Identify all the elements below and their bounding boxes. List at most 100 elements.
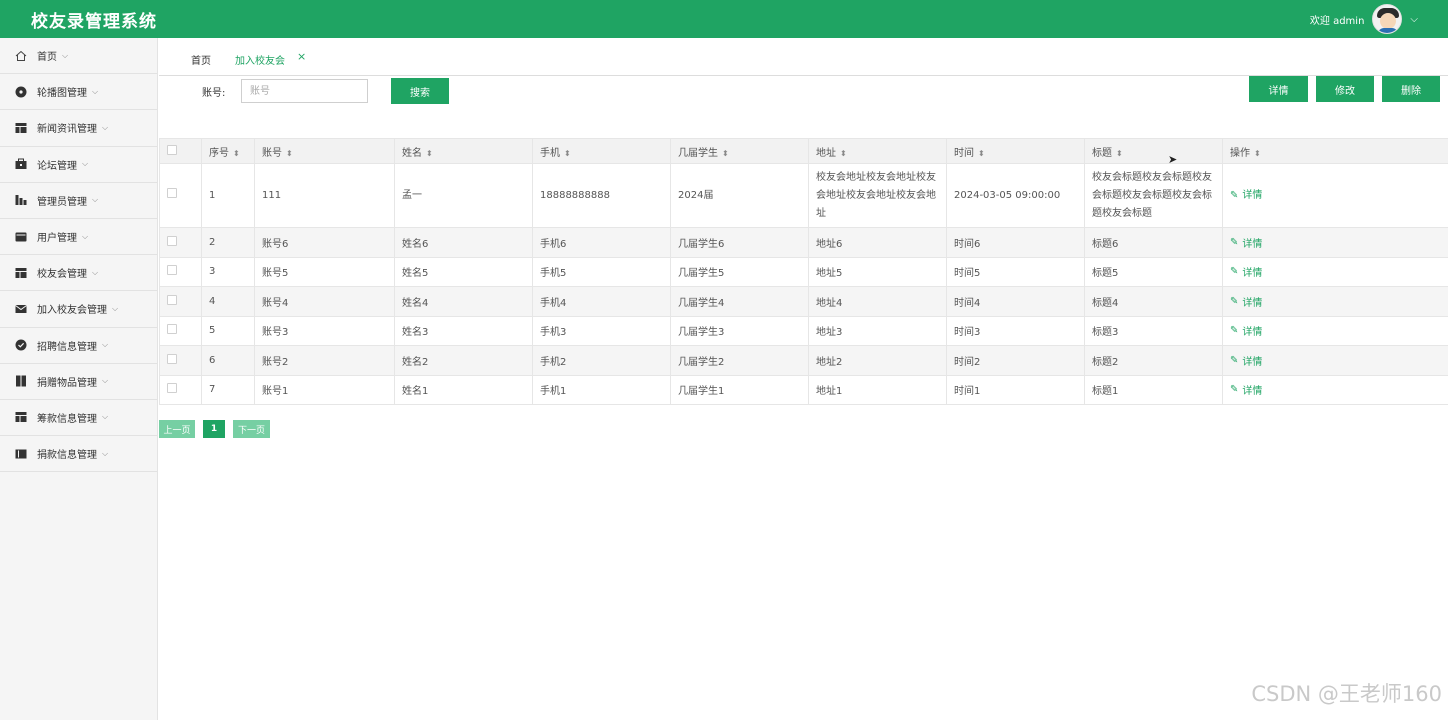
cell-action: ✎ 详情 [1222,286,1448,317]
sort-icon[interactable]: ⬍ [426,149,433,158]
next-page-button[interactable]: 下一页 [233,420,270,438]
row-detail-link[interactable]: ✎ 详情 [1230,294,1262,309]
sort-icon[interactable]: ⬍ [1254,149,1261,158]
row-detail-link[interactable]: ✎ 详情 [1230,353,1262,368]
table-header-row: 序号 ⬍ 账号 ⬍ 姓名 ⬍ 手机 ⬍ 几届学生 ⬍ 地址 ⬍ 时间 ⬍ 标题 ⬍ 操作 ⬍ [159,138,1448,164]
row-checkbox[interactable] [167,294,177,305]
row-select-cell[interactable] [159,286,202,317]
sidebar-item-recruit[interactable]: 招聘信息管理 ⌵ [0,328,157,364]
cell-action: ✎ 详情 [1222,345,1448,376]
page-number-button[interactable]: 1 [203,420,225,438]
sidebar-item-donation[interactable]: 捐款信息管理 ⌵ [0,436,157,473]
cell-account: 111 [254,163,395,228]
column-header-address[interactable]: 地址 ⬍ [808,138,947,164]
avatar[interactable] [1372,4,1403,34]
sidebar-item-donation-goods[interactable]: 捐赠物品管理 ⌵ [0,364,157,400]
table-row[interactable]: 2 账号6 姓名6 手机6 几届学生6 地址6 时间6 标题6 ✎ 详情 [159,227,1448,258]
row-checkbox[interactable] [167,187,177,198]
sidebar-item-admin[interactable]: 管理员管理 ⌵ [0,183,157,219]
row-checkbox[interactable] [167,235,177,246]
table-row[interactable]: 3 账号5 姓名5 手机5 几届学生5 地址5 时间5 标题5 ✎ 详情 [159,256,1448,287]
sidebar-item-label: 加入校友会管理 [37,305,107,317]
column-header-grade[interactable]: 几届学生 ⬍ [670,138,809,164]
sort-icon[interactable]: ⬍ [1116,149,1123,158]
column-header-title[interactable]: 标题 ⬍ [1084,138,1223,164]
chevron-down-icon: ⌵ [82,159,89,169]
user-menu-chevron-down-icon[interactable]: ⌵ [1410,14,1418,25]
row-detail-link[interactable]: ✎ 详情 [1230,235,1262,250]
column-header-phone[interactable]: 手机 ⬍ [532,138,671,164]
cell-name: 姓名3 [394,315,533,346]
tab-join-alumni[interactable]: 加入校友会 [235,52,285,67]
row-checkbox[interactable] [167,324,177,335]
cell-account: 账号5 [254,256,395,287]
chevron-down-icon: ⌵ [102,412,109,422]
cell-no: 1 [201,163,255,228]
column-header-action[interactable]: 操作 ⬍ [1222,138,1448,164]
sort-icon[interactable]: ⬍ [286,149,293,158]
sidebar-item-home[interactable]: 首页 ⌵ [0,38,157,75]
chevron-down-icon: ⌵ [112,303,119,313]
cell-no: 2 [201,227,255,258]
sort-icon[interactable]: ⬍ [233,149,240,158]
cell-no: 7 [201,374,255,405]
table-row[interactable]: 4 账号4 姓名4 手机4 几届学生4 地址4 时间4 标题4 ✎ 详情 [159,286,1448,317]
delete-button[interactable]: 删除 [1382,76,1440,102]
row-checkbox[interactable] [167,265,177,276]
sidebar-item-news[interactable]: 新闻资讯管理 ⌵ [0,110,157,147]
row-detail-link[interactable]: ✎ 详情 [1230,382,1262,397]
sort-icon[interactable]: ⬍ [564,149,571,158]
search-button[interactable]: 搜索 [391,78,449,104]
sidebar-item-forum[interactable]: 论坛管理 ⌵ [0,147,157,183]
sidebar-item-carousel[interactable]: 轮播图管理 ⌵ [0,74,157,111]
cell-action: ✎ 详情 [1222,374,1448,405]
column-header-account[interactable]: 账号 ⬍ [254,138,395,164]
row-select-cell[interactable] [159,315,202,346]
sidebar-item-label: 校友会管理 [37,269,87,281]
row-select-cell[interactable] [159,227,202,258]
sidebar-item-join-alumni[interactable]: 加入校友会管理 ⌵ [0,291,157,328]
edit-button[interactable]: 修改 [1316,76,1374,102]
table-row[interactable]: 1 111 孟一 18888888888 2024届 校友会地址校友会地址校友会… [159,163,1448,228]
sidebar-item-alumni[interactable]: 校友会管理 ⌵ [0,255,157,292]
table-row[interactable]: 6 账号2 姓名2 手机2 几届学生2 地址2 时间2 标题2 ✎ 详情 [159,345,1448,376]
tab-bar: 首页 加入校友会 × [159,38,1448,76]
cell-address: 地址1 [808,374,947,405]
column-header-time[interactable]: 时间 ⬍ [946,138,1085,164]
row-select-cell[interactable] [159,256,202,287]
sidebar-item-label: 筹款信息管理 [37,413,97,425]
prev-page-button[interactable]: 上一页 [159,420,195,438]
sidebar-item-fundraising[interactable]: 筹款信息管理 ⌵ [0,400,157,437]
cell-grade: 2024届 [670,163,809,228]
cell-no: 5 [201,315,255,346]
user-area[interactable]: 欢迎 admin ⌵ [1310,0,1418,38]
table-row[interactable]: 5 账号3 姓名3 手机3 几届学生3 地址3 时间3 标题3 ✎ 详情 [159,315,1448,346]
row-detail-link[interactable]: ✎ 详情 [1230,187,1262,205]
sidebar-item-label: 用户管理 [37,233,77,245]
sort-icon[interactable]: ⬍ [840,149,847,158]
account-search-input[interactable] [241,79,368,103]
sort-icon[interactable]: ⬍ [978,149,985,158]
table-row[interactable]: 7 账号1 姓名1 手机1 几届学生1 地址1 时间1 标题1 ✎ 详情 [159,374,1448,405]
cell-phone: 18888888888 [532,163,671,228]
row-select-cell[interactable] [159,345,202,376]
row-checkbox[interactable] [167,353,177,364]
cell-account: 账号1 [254,374,395,405]
row-select-cell[interactable] [159,374,202,405]
sidebar-item-user[interactable]: 用户管理 ⌵ [0,219,157,256]
sidebar-item-label: 新闻资讯管理 [37,124,97,136]
select-all-cell[interactable] [159,138,202,164]
tab-home[interactable]: 首页 [191,52,211,67]
select-all-checkbox[interactable] [167,144,177,155]
row-detail-link[interactable]: ✎ 详情 [1230,323,1262,338]
detail-button[interactable]: 详情 [1249,76,1308,102]
column-header-no[interactable]: 序号 ⬍ [201,138,255,164]
column-header-name[interactable]: 姓名 ⬍ [394,138,533,164]
tab-close-icon[interactable]: × [297,50,306,63]
row-checkbox[interactable] [167,383,177,394]
row-detail-link[interactable]: ✎ 详情 [1230,264,1262,279]
cell-action: ✎ 详情 [1222,227,1448,258]
cell-phone: 手机5 [532,256,671,287]
row-select-cell[interactable] [159,163,202,228]
sort-icon[interactable]: ⬍ [722,149,729,158]
